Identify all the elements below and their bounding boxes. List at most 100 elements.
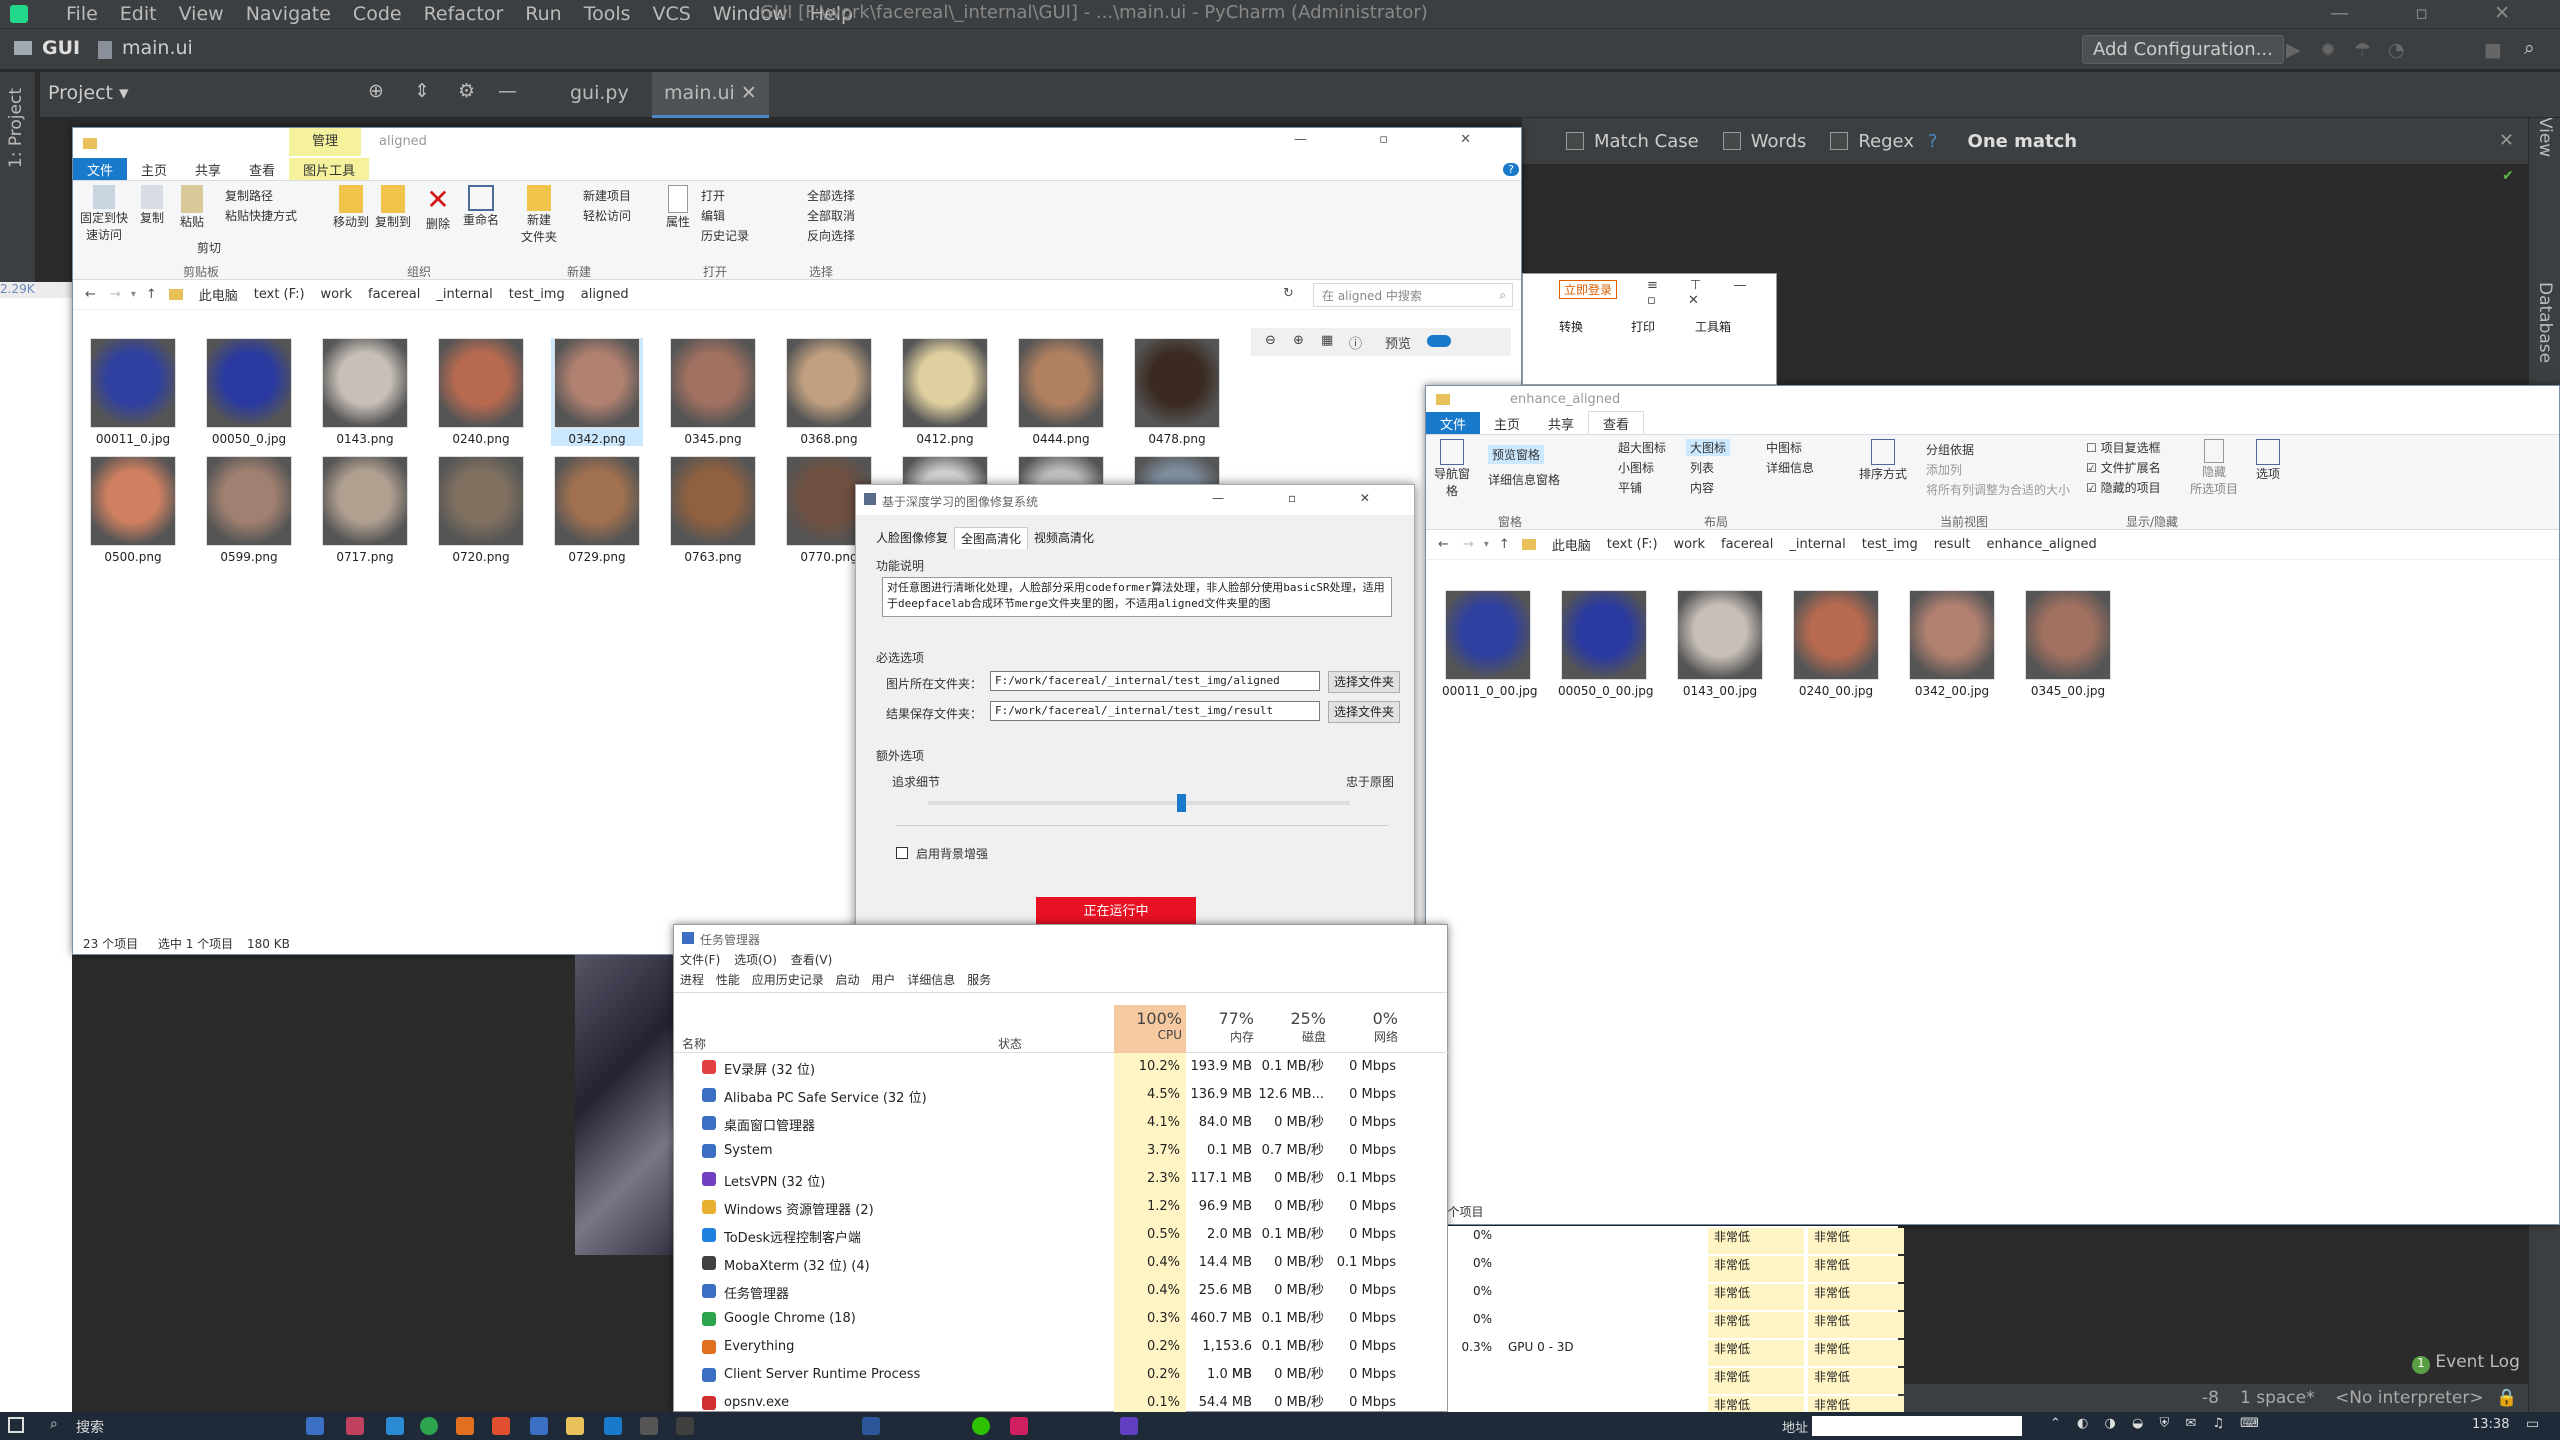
file-item[interactable]: 00050_0_00.jpg xyxy=(1558,590,1653,698)
app-icon-9[interactable] xyxy=(604,1417,622,1435)
crumb-work[interactable]: work xyxy=(1674,537,1705,552)
recent-icon[interactable]: ▾ xyxy=(131,289,136,300)
file-item[interactable]: 0763.png xyxy=(667,456,759,564)
nav-file[interactable]: main.ui xyxy=(122,37,193,59)
crumb-test-img[interactable]: test_img xyxy=(509,287,565,302)
file-item[interactable]: 0143.png xyxy=(319,338,411,446)
tab-view[interactable]: 查看 xyxy=(235,158,289,181)
help-icon[interactable]: ? xyxy=(1503,162,1519,176)
window-controls[interactable]: — ▫ ✕ xyxy=(1294,132,1505,147)
forward-icon[interactable]: → xyxy=(110,287,121,302)
layout-details[interactable]: 详细信息 xyxy=(1766,459,1814,476)
toolbox-button[interactable]: 工具箱 xyxy=(1695,318,1731,335)
fit-icon[interactable]: ▦ xyxy=(1321,333,1333,348)
start-icon[interactable] xyxy=(8,1417,24,1433)
app-icon-6[interactable] xyxy=(492,1417,510,1435)
choose-input-button[interactable]: 选择文件夹 xyxy=(1328,671,1400,693)
regex-checkbox[interactable] xyxy=(1830,132,1849,150)
file-item[interactable]: 0500.png xyxy=(87,456,179,564)
info-icon[interactable]: ⓘ xyxy=(1349,333,1362,352)
window-controls[interactable]: — ▫ ✕ xyxy=(2330,2,2540,24)
menu-edit[interactable]: Edit xyxy=(120,3,157,25)
pin-button[interactable]: 固定到快速访问 xyxy=(79,185,129,243)
tm-tab-performance[interactable]: 性能 xyxy=(716,973,740,987)
app-icon-2[interactable] xyxy=(346,1417,364,1435)
paste-button[interactable]: 粘贴 xyxy=(175,185,209,230)
process-row[interactable]: MobaXterm (32 位) (4) 0.4% 14.4 MB 0 MB/秒 0.1… xyxy=(674,1249,1449,1277)
sort-button[interactable]: 排序方式 xyxy=(1858,439,1908,482)
project-dropdown[interactable]: Project ▾ xyxy=(48,82,129,104)
tab-picture-tools[interactable]: 图片工具 xyxy=(289,157,370,181)
tab-face-repair[interactable]: 人脸图像修复 xyxy=(870,527,954,549)
history-button[interactable]: 历史记录 xyxy=(701,227,749,244)
ext-option[interactable]: ☑ 文件扩展名 xyxy=(2086,459,2161,476)
file-item[interactable]: 0412.png xyxy=(899,338,991,446)
tm-menu-options[interactable]: 选项(O) xyxy=(734,953,777,967)
crumb-drive[interactable]: text (F:) xyxy=(1607,537,1658,552)
app-icon-5[interactable] xyxy=(456,1417,474,1435)
app-icon-7[interactable] xyxy=(530,1417,548,1435)
search-icon[interactable]: ⌕ xyxy=(2524,37,2535,59)
address-input[interactable] xyxy=(1812,1416,2022,1436)
rename-button[interactable]: 重命名 xyxy=(461,185,501,228)
collapse-icon[interactable]: ⇕ xyxy=(414,80,430,102)
tm-tab-services[interactable]: 服务 xyxy=(967,973,991,987)
layout-extra-large[interactable]: 超大图标 xyxy=(1618,439,1666,456)
paste-shortcut-button[interactable]: 粘贴快捷方式 xyxy=(225,207,297,224)
col-disk[interactable]: 25% 磁盘 xyxy=(1258,1005,1330,1053)
interpreter-status[interactable]: <No interpreter> xyxy=(2335,1388,2484,1408)
debug-icon[interactable]: ✹ xyxy=(2320,39,2336,61)
word-icon[interactable] xyxy=(862,1417,880,1435)
app-icon-14[interactable] xyxy=(1010,1417,1028,1435)
process-row[interactable]: System 3.7% 0.1 MB 0.7 MB/秒 0 Mbps xyxy=(674,1137,1449,1165)
close-find-icon[interactable]: ✕ xyxy=(2499,130,2514,151)
bg-enhance-checkbox[interactable] xyxy=(896,847,908,859)
new-folder-button[interactable]: 新建 文件夹 xyxy=(517,185,561,245)
tab-full-enhance[interactable]: 全图高清化 xyxy=(954,527,1029,549)
file-item[interactable]: 0345.png xyxy=(667,338,759,446)
easy-access-button[interactable]: 轻松访问 xyxy=(583,207,631,224)
crumb-internal[interactable]: _internal xyxy=(436,287,492,302)
tab-main-ui[interactable]: main.ui ✕ xyxy=(652,72,769,118)
process-row[interactable]: 桌面窗口管理器 4.1% 84.0 MB 0 MB/秒 0 Mbps xyxy=(674,1109,1449,1137)
copy-to-button[interactable]: 复制到 xyxy=(375,185,411,230)
file-item[interactable]: 0717.png xyxy=(319,456,411,564)
choose-output-button[interactable]: 选择文件夹 xyxy=(1328,701,1400,723)
layout-list[interactable]: 列表 xyxy=(1690,459,1714,476)
crumb-enhance-aligned[interactable]: enhance_aligned xyxy=(1987,537,2097,552)
crumb-pc[interactable]: 此电脑 xyxy=(1552,535,1591,554)
menu-view[interactable]: View xyxy=(179,3,224,25)
tm-menu-file[interactable]: 文件(F) xyxy=(680,953,720,967)
process-row[interactable]: EV录屏 (32 位) 10.2% 193.9 MB 0.1 MB/秒 0 Mbps xyxy=(674,1053,1449,1081)
process-row[interactable]: opsnv.exe 0.1% 54.4 MB 0 MB/秒 0 Mbps xyxy=(674,1389,1449,1413)
tm-tab-details[interactable]: 详细信息 xyxy=(907,973,955,987)
col-status[interactable]: 状态 xyxy=(998,1035,1022,1052)
invert-select-button[interactable]: 反向选择 xyxy=(807,227,855,244)
back-icon[interactable]: ← xyxy=(1438,537,1449,552)
run-icon[interactable]: ▶ xyxy=(2286,39,2301,61)
tm-tab-users[interactable]: 用户 xyxy=(871,973,895,987)
add-configuration-button[interactable]: Add Configuration... xyxy=(2082,35,2284,64)
tm-tab-processes[interactable]: 进程 xyxy=(680,973,704,987)
regex-help-icon[interactable]: ? xyxy=(1928,131,1938,152)
tab-home[interactable]: 主页 xyxy=(127,158,181,181)
process-row[interactable]: Client Server Runtime Process 0.2% 1.0 MB 0… xyxy=(674,1361,1449,1389)
menu-run[interactable]: Run xyxy=(525,3,561,25)
crumb-result[interactable]: result xyxy=(1934,537,1971,552)
forward-icon[interactable]: → xyxy=(1463,537,1474,552)
file-item[interactable]: 0599.png xyxy=(203,456,295,564)
cut-button[interactable]: 剪切 xyxy=(197,239,221,256)
file-item[interactable]: 00050_0.jpg xyxy=(203,338,295,446)
col-name[interactable]: 名称 xyxy=(682,1035,706,1052)
chrome-icon[interactable] xyxy=(420,1417,438,1435)
file-item[interactable]: 0729.png xyxy=(551,456,643,564)
tm-tab-app-history[interactable]: 应用历史记录 xyxy=(752,973,824,987)
col-cpu[interactable]: 100% CPU xyxy=(1114,1005,1186,1053)
event-log[interactable]: 1 Event Log xyxy=(2412,1352,2520,1374)
menu-refactor[interactable]: Refactor xyxy=(424,3,504,25)
tab-share[interactable]: 共享 xyxy=(1534,412,1588,435)
explorer-icon[interactable] xyxy=(566,1417,584,1435)
hide-selected-button[interactable]: 隐藏 所选项目 xyxy=(2186,439,2242,497)
open-button[interactable]: 打开 xyxy=(701,187,725,204)
crumb-facereal[interactable]: facereal xyxy=(368,287,420,302)
